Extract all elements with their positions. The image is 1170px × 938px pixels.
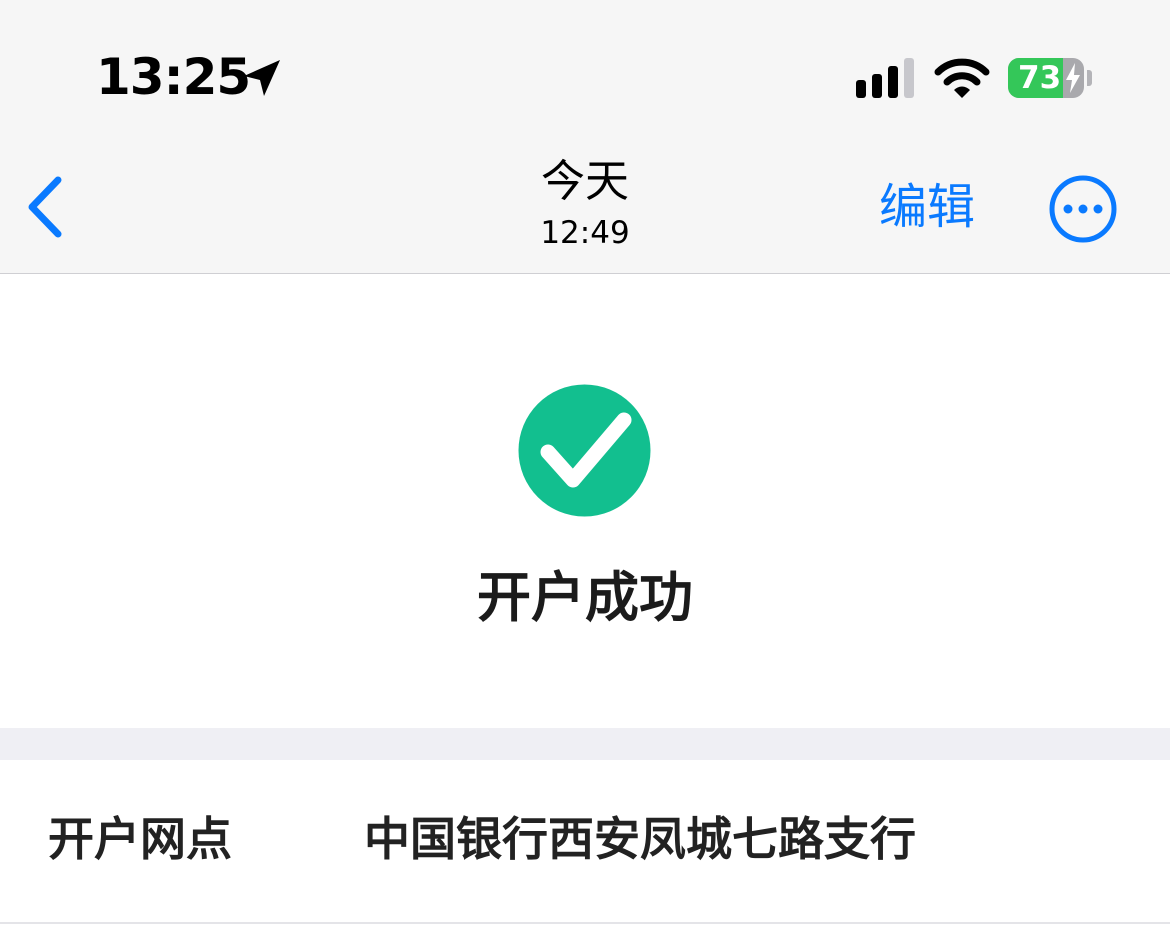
result-title: 开户成功 [477,566,693,629]
edit-button[interactable]: 编辑 [868,176,986,238]
top-bar: 13:25 73 今天 12:49 编辑 [0,0,1170,274]
status-bar: 13:25 73 [0,0,1170,140]
detail-label: 开户网点 [48,812,232,866]
ellipsis-circle-icon [1049,175,1117,243]
chevron-left-icon [28,176,62,238]
back-button[interactable] [20,172,76,242]
section-divider [0,728,1170,760]
nav-subtitle: 12:49 [540,215,630,251]
bottom-strip [0,924,1170,938]
wifi-icon [934,58,990,98]
detail-row: 开户网点 中国银行西安凤城七路支行 [0,760,1170,924]
battery-level: 73 [1018,60,1062,96]
battery-indicator: 73 [1008,58,1084,98]
nav-title: 今天 [541,156,629,207]
cellular-signal-icon [856,58,914,98]
charging-bolt-icon [1066,63,1080,93]
status-clock: 13:25 [96,48,251,106]
location-arrow-icon [244,60,280,96]
more-button[interactable] [1048,174,1118,244]
battery-cap [1087,70,1092,86]
navigation-bar: 今天 12:49 编辑 [0,140,1170,273]
checkmark-circle-icon [518,384,651,517]
detail-value: 中国银行西安凤城七路支行 [364,812,916,866]
